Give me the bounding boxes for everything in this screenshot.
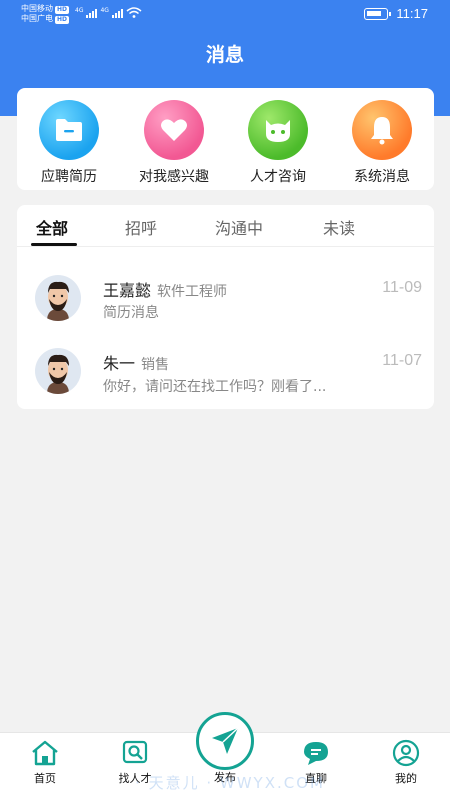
message-tabs: 全部 招呼 沟通中 未读: [17, 205, 434, 247]
tab-unread[interactable]: 未读: [323, 215, 355, 239]
contact-name: 王嘉懿 软件工程师: [103, 277, 227, 301]
quick-actions-card: 应聘简历 对我感兴趣 人才咨询 系统消息: [17, 88, 434, 190]
contact-name: 朱一 销售: [103, 350, 169, 374]
contact-role: 销售: [141, 357, 170, 373]
status-bar: 中国移动 HD 中国广电 HD 4G 4G 11:17: [0, 0, 450, 30]
carrier-1: 中国移动: [21, 4, 53, 13]
message-row[interactable]: 王嘉懿 软件工程师 简历消息 11-09: [17, 265, 434, 335]
quick-action-label: 对我感兴趣: [139, 169, 209, 185]
contact-name-text: 王嘉懿: [103, 281, 152, 300]
avatar: [35, 275, 81, 321]
tab-communicating[interactable]: 沟通中: [215, 215, 263, 239]
tabbar-label: 首页: [34, 772, 56, 785]
hd-badge-2: HD: [55, 16, 70, 24]
tabbar-label: 我的: [395, 772, 417, 785]
tabbar-home[interactable]: 首页: [10, 739, 80, 786]
quick-action-label: 应聘简历: [41, 169, 97, 185]
heart-icon: [144, 100, 204, 160]
quick-action-interest[interactable]: 对我感兴趣: [129, 100, 219, 186]
message-row[interactable]: 朱一 销售 你好，请问还在找工作吗？刚看了... 11-07: [17, 338, 434, 408]
clock: 11:17: [396, 6, 428, 21]
contact-role: 软件工程师: [157, 284, 228, 300]
carrier-2: 中国广电: [21, 14, 53, 23]
quick-action-resume[interactable]: 应聘简历: [24, 100, 114, 186]
chat-icon: [301, 739, 331, 767]
carrier-info: 中国移动 HD 中国广电 HD: [21, 4, 70, 24]
signal-icon: 4G 4G: [75, 7, 142, 18]
contact-name-text: 朱一: [103, 354, 136, 373]
publish-button[interactable]: [196, 712, 254, 770]
network-type: 4G: [75, 7, 84, 14]
page-title: 消息: [205, 44, 244, 66]
profile-icon: [391, 739, 421, 767]
chat-face-icon: [248, 100, 308, 160]
quick-action-system[interactable]: 系统消息: [337, 100, 427, 186]
quick-action-label: 人才咨询: [250, 169, 306, 185]
tabbar-profile[interactable]: 我的: [371, 739, 441, 786]
find-talent-icon: [120, 739, 150, 767]
messages-card: 全部 招呼 沟通中 未读 王嘉懿 软件工程师 简历消息 11-09 朱一 销售 你好…: [17, 205, 434, 409]
message-preview: 简历消息: [103, 305, 159, 321]
folder-icon: [39, 100, 99, 160]
bell-icon: [352, 100, 412, 160]
home-icon: [30, 739, 60, 767]
message-date: 11-07: [382, 352, 422, 369]
message-date: 11-09: [382, 279, 422, 296]
tab-all[interactable]: 全部: [36, 215, 68, 239]
avatar: [35, 348, 81, 394]
hd-badge: HD: [55, 6, 70, 14]
quick-action-label: 系统消息: [354, 169, 410, 185]
battery-icon: [364, 7, 392, 20]
message-preview: 你好，请问还在找工作吗？刚看了...: [103, 379, 327, 395]
publish-icon: [212, 727, 239, 754]
watermark: · 天意儿 · WWYX.COM: [135, 774, 325, 792]
active-tab-indicator: [31, 243, 77, 246]
network-type-2: 4G: [100, 7, 109, 14]
wifi-icon: [126, 7, 142, 18]
quick-action-consult[interactable]: 人才咨询: [233, 100, 323, 186]
tab-greetings[interactable]: 招呼: [125, 215, 157, 239]
